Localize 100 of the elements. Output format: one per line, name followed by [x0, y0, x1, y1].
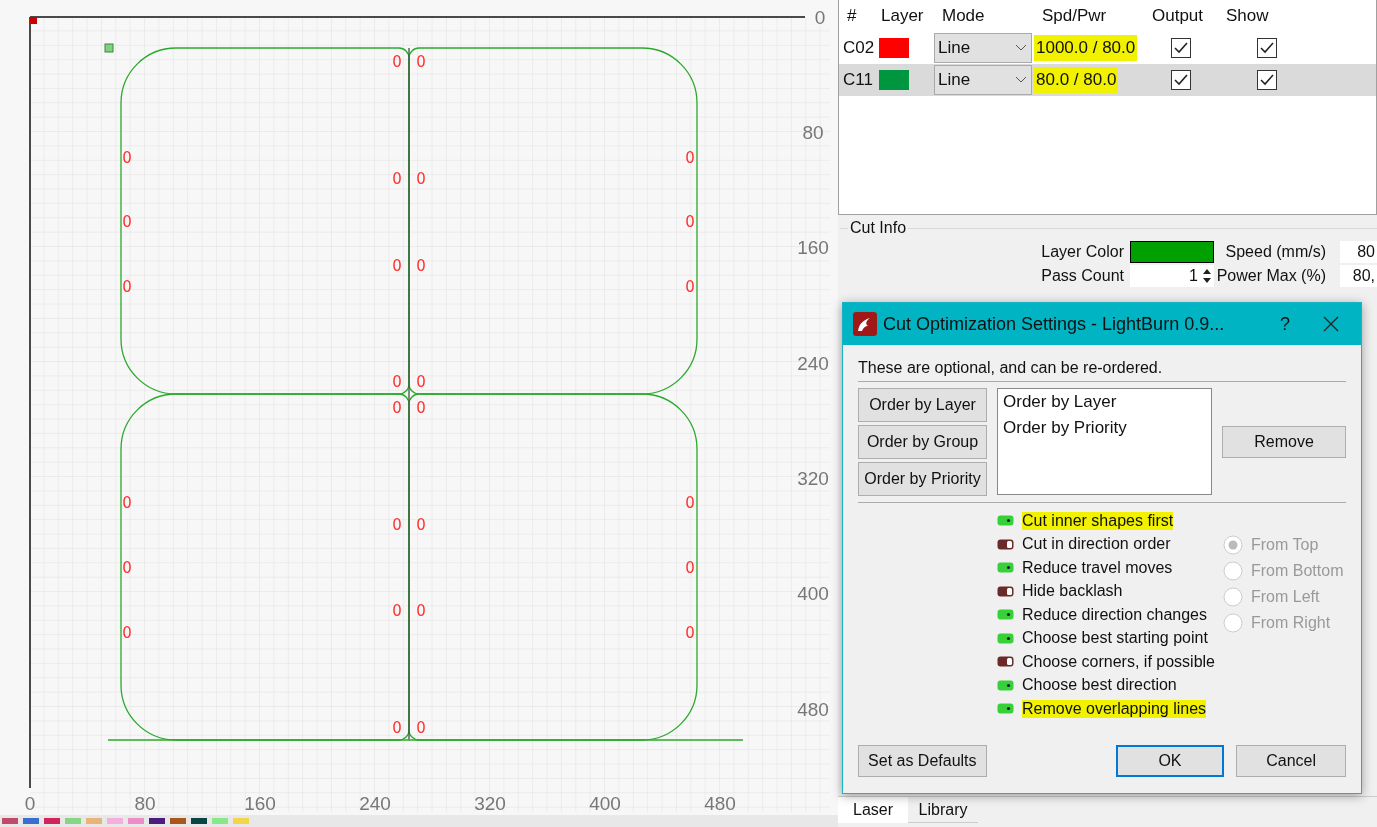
palette-swatch[interactable] [86, 818, 102, 824]
start-marker: 0 [416, 53, 426, 71]
palette-swatch[interactable] [170, 818, 186, 824]
start-marker: 0 [416, 373, 426, 391]
order-button[interactable]: Order by Layer [858, 388, 987, 422]
field-label: Speed (mm/s) [1224, 243, 1327, 261]
ruler-label: 480 [704, 793, 736, 814]
start-marker: 0 [416, 602, 426, 620]
close-icon[interactable] [1323, 316, 1339, 332]
radio-button[interactable] [1223, 561, 1243, 581]
palette-swatch[interactable] [2, 818, 18, 824]
checkbox[interactable] [1171, 38, 1191, 58]
chevron-down-icon [1015, 44, 1027, 52]
radio-button[interactable] [1223, 587, 1243, 607]
column-header: Mode [941, 6, 986, 26]
column-header: Show [1225, 6, 1270, 26]
start-marker: 0 [122, 149, 132, 167]
dialog-button[interactable]: Set as Defaults [858, 745, 987, 777]
start-marker: 0 [685, 149, 695, 167]
radio-button[interactable] [1223, 535, 1243, 555]
start-marker: 0 [392, 53, 402, 71]
speed-field[interactable]: 80 [1340, 241, 1377, 263]
field-label: Layer Color [1040, 243, 1125, 261]
direction-label: From Right [1251, 614, 1331, 632]
ruler-label: 0 [814, 7, 826, 28]
order-button[interactable]: Order by Group [858, 425, 987, 459]
dialog-button[interactable]: OK [1115, 745, 1225, 777]
ruler-label: 400 [797, 583, 829, 604]
start-marker: 0 [416, 719, 426, 737]
ruler-label: 160 [244, 793, 276, 814]
ruler-label: 0 [24, 793, 36, 814]
start-marker: 0 [122, 278, 132, 296]
palette-swatch[interactable] [191, 818, 207, 824]
start-marker: 0 [416, 399, 426, 417]
ruler-label: 160 [797, 237, 829, 258]
toggle-switch[interactable] [997, 679, 1014, 691]
palette-swatch[interactable] [65, 818, 81, 824]
cut-path-drawing[interactable] [107, 47, 744, 741]
start-marker: 0 [392, 602, 402, 620]
option-label: Remove overlapping lines [1022, 699, 1207, 718]
toggle-switch[interactable] [997, 562, 1014, 574]
start-marker: 0 [685, 624, 695, 642]
ruler-label: 80 [802, 122, 824, 143]
field-label: Pass Count [1040, 267, 1125, 285]
hint-text: These are optional, and can be re-ordered. [858, 359, 1346, 382]
toggle-switch[interactable] [997, 538, 1014, 550]
table-cell-text: C02 [842, 38, 873, 58]
layer-row[interactable]: C02 Line 1000.0 / 80.0 [839, 32, 1376, 64]
radio-button[interactable] [1223, 613, 1243, 633]
table-cell: 80.0 / 80.0 [1034, 67, 1119, 93]
pass-count-field[interactable]: 1 [1130, 265, 1214, 287]
toggle-switch[interactable] [997, 656, 1014, 668]
power-max-field[interactable]: 80, [1340, 265, 1377, 287]
order-button[interactable]: Order by Priority [858, 462, 987, 496]
palette-swatch[interactable] [128, 818, 144, 824]
checkbox[interactable] [1257, 38, 1277, 58]
remove-button[interactable]: Remove [1222, 426, 1346, 458]
palette-swatch[interactable] [149, 818, 165, 824]
ruler-label: 400 [589, 793, 621, 814]
toggle-switch[interactable] [997, 515, 1014, 527]
toggle-switch[interactable] [997, 609, 1014, 621]
start-marker: 0 [685, 278, 695, 296]
option-label: Choose best direction [1022, 676, 1177, 695]
start-marker: 0 [392, 373, 402, 391]
list-item[interactable]: Order by Layer [1003, 392, 1206, 412]
column-header: # [846, 6, 858, 26]
option-label: Cut in direction order [1022, 535, 1171, 554]
palette-swatch[interactable] [212, 818, 228, 824]
toggle-switch[interactable] [997, 703, 1014, 715]
option-label: Hide backlash [1022, 582, 1123, 601]
mode-dropdown[interactable]: Line [934, 65, 1032, 95]
start-marker: 0 [685, 213, 695, 231]
toggle-switch[interactable] [997, 632, 1014, 644]
chevron-down-icon [1015, 76, 1027, 84]
help-button[interactable]: ? [1265, 313, 1305, 335]
list-item[interactable]: Order by Priority [1003, 418, 1206, 438]
start-marker: 0 [392, 170, 402, 188]
start-marker: 0 [685, 559, 695, 577]
start-marker: 0 [392, 399, 402, 417]
palette-swatch[interactable] [44, 818, 60, 824]
palette-swatch[interactable] [23, 818, 39, 824]
ruler-label: 240 [359, 793, 391, 814]
column-header: Output [1151, 6, 1205, 26]
table-cell: 1000.0 / 80.0 [1034, 35, 1138, 61]
dialog-button[interactable]: Cancel [1236, 745, 1346, 777]
palette-swatch[interactable] [233, 818, 249, 824]
spinner-arrows-icon [1201, 267, 1213, 285]
ruler-label: 240 [797, 353, 829, 374]
option-label: Reduce travel moves [1022, 558, 1173, 577]
checkbox[interactable] [1171, 70, 1191, 90]
ruler-label: 80 [134, 793, 156, 814]
checkbox[interactable] [1257, 70, 1277, 90]
palette-swatch[interactable] [107, 818, 123, 824]
layer-color-field[interactable] [1130, 241, 1214, 263]
layer-row[interactable]: C11 Line 80.0 / 80.0 [839, 64, 1376, 96]
start-marker: 0 [416, 516, 426, 534]
mode-dropdown[interactable]: Line [934, 33, 1032, 63]
panel-tab[interactable]: Laser [838, 797, 908, 823]
handle-square[interactable] [104, 43, 114, 53]
toggle-switch[interactable] [997, 585, 1014, 597]
